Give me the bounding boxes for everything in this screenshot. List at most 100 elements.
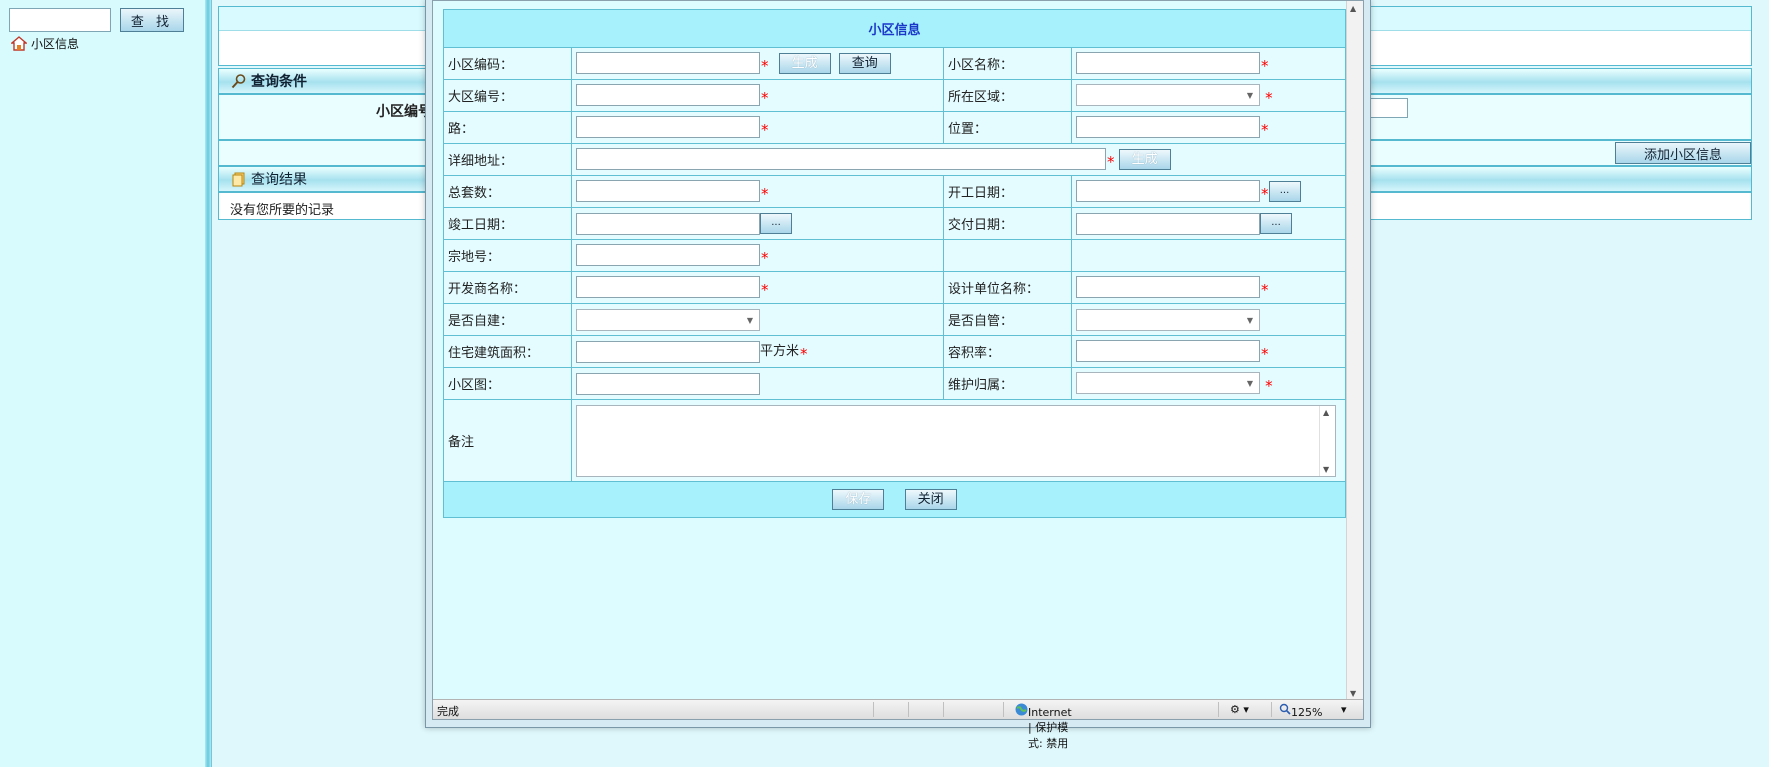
- completion-date-picker-button[interactable]: ...: [760, 213, 792, 234]
- required-mark: *: [1261, 120, 1269, 139]
- generate-address-button[interactable]: 生成: [1118, 148, 1171, 170]
- popup-scrollbar[interactable]: ▲ ▼: [1346, 1, 1363, 701]
- scroll-up-icon: ▲: [1350, 4, 1357, 13]
- save-button[interactable]: 保存: [832, 489, 885, 510]
- label-community-map: 小区图：: [443, 367, 572, 400]
- left-search-button[interactable]: 查 找: [120, 8, 184, 32]
- globe-icon: [1015, 703, 1028, 716]
- required-mark: *: [1261, 184, 1269, 203]
- remarks-textarea[interactable]: ▲ ▼: [576, 404, 1336, 477]
- dropdown-arrow-icon: ▼: [1246, 91, 1253, 101]
- required-mark: *: [1265, 88, 1273, 107]
- position-input[interactable]: [1076, 116, 1260, 139]
- form-title: 小区信息: [442, 9, 1347, 48]
- zoom-dropdown-icon[interactable]: ▾: [1341, 703, 1347, 716]
- parcel-no-input[interactable]: [576, 244, 760, 267]
- status-separator: [943, 702, 944, 717]
- query-input[interactable]: [1370, 98, 1408, 118]
- label-district-code: 大区编号：: [443, 79, 572, 112]
- community-form: 小区信息 小区编码： * 生成 查询 小区名称： * 大区编号： * 所在区域：…: [442, 9, 1347, 518]
- zoom-control[interactable]: 125%: [1279, 703, 1322, 719]
- protected-mode-icon[interactable]: ⚙ ▾: [1230, 703, 1249, 716]
- required-mark: *: [1107, 152, 1115, 171]
- label-self-managed: 是否自管：: [943, 303, 1072, 336]
- address-input[interactable]: [576, 148, 1106, 171]
- label-position: 位置：: [943, 111, 1072, 144]
- district-code-input[interactable]: [576, 84, 760, 107]
- label-area: 所在区域：: [943, 79, 1072, 112]
- plot-ratio-input[interactable]: [1076, 340, 1260, 363]
- completion-date-input[interactable]: [576, 212, 760, 235]
- community-map-input[interactable]: [576, 372, 760, 395]
- required-mark: *: [1261, 344, 1269, 363]
- label-maintenance: 维护归属：: [943, 367, 1072, 400]
- left-search-input[interactable]: [9, 8, 111, 32]
- dropdown-arrow-icon: ▼: [746, 315, 753, 325]
- close-button[interactable]: 关闭: [904, 489, 957, 510]
- zone-text: Internet | 保护模式: 禁用: [1028, 706, 1072, 750]
- popup-window: 小区信息 小区编码： * 生成 查询 小区名称： * 大区编号： * 所在区域：…: [425, 0, 1371, 750]
- add-community-button[interactable]: 添加小区信息: [1615, 142, 1751, 164]
- result-section-title: 查询结果: [251, 172, 307, 188]
- developer-input[interactable]: [576, 276, 760, 299]
- community-code-input[interactable]: [576, 52, 760, 75]
- generate-code-button[interactable]: 生成: [778, 52, 831, 74]
- dropdown-arrow-icon: ▼: [1246, 379, 1253, 389]
- popup-content: 小区信息 小区编码： * 生成 查询 小区名称： * 大区编号： * 所在区域：…: [432, 0, 1364, 750]
- self-built-select[interactable]: ▼: [576, 308, 760, 331]
- label-residential-area: 住宅建筑面积：: [443, 335, 572, 368]
- label-parcel-no: 宗地号：: [443, 239, 572, 272]
- tree-item-label: 小区信息: [31, 37, 80, 51]
- zoom-level: 125%: [1291, 706, 1323, 719]
- status-separator: [1271, 702, 1272, 717]
- label-plot-ratio: 容积率：: [943, 335, 1072, 368]
- start-date-picker-button[interactable]: ...: [1268, 180, 1301, 202]
- form-footer: 保存 关闭: [442, 481, 1347, 518]
- status-text: 完成: [437, 705, 459, 718]
- textarea-scrollbar[interactable]: ▲ ▼: [1319, 405, 1335, 476]
- status-separator: [1218, 702, 1219, 717]
- required-mark: *: [761, 56, 769, 75]
- maintenance-select[interactable]: ▼: [1076, 372, 1260, 395]
- required-mark: *: [1261, 56, 1269, 75]
- frame-divider[interactable]: [205, 0, 211, 767]
- label-community-name: 小区名称：: [943, 47, 1072, 80]
- area-select[interactable]: ▼: [1076, 84, 1260, 107]
- delivery-date-input[interactable]: [1076, 212, 1260, 235]
- left-frame: 查 找 小区信息: [0, 0, 212, 767]
- community-name-input[interactable]: [1076, 52, 1260, 75]
- self-managed-select[interactable]: ▼: [1076, 308, 1260, 331]
- required-mark: *: [1265, 376, 1273, 395]
- empty-cell: [1070, 239, 1347, 272]
- start-date-input[interactable]: [1076, 180, 1260, 203]
- no-records-text: 没有您所要的记录: [230, 203, 335, 218]
- house-icon: [11, 36, 27, 51]
- security-zone[interactable]: Internet | 保护模式: 禁用: [1015, 703, 1072, 750]
- label-address: 详细地址：: [443, 143, 572, 176]
- required-mark: *: [761, 248, 769, 267]
- document-icon: [232, 172, 245, 187]
- total-units-input[interactable]: [576, 180, 760, 203]
- required-mark: *: [761, 88, 769, 107]
- status-bar: 完成 Internet | 保护模式: 禁用 ⚙ ▾ 125% ▾: [433, 699, 1363, 750]
- label-remarks: 备注: [443, 399, 572, 482]
- road-input[interactable]: [576, 116, 760, 139]
- design-unit-input[interactable]: [1076, 276, 1260, 299]
- query-label: 小区编号: [376, 104, 432, 120]
- residential-area-input[interactable]: [576, 340, 760, 363]
- magnifier-icon: [231, 74, 246, 89]
- status-separator: [873, 702, 874, 717]
- label-community-code: 小区编码：: [443, 47, 572, 80]
- scroll-up-icon: ▲: [1323, 407, 1330, 417]
- query-code-button[interactable]: 查询: [838, 52, 891, 74]
- scroll-down-icon: ▼: [1323, 464, 1330, 474]
- required-mark: *: [1261, 280, 1269, 299]
- dropdown-arrow-icon: ▼: [1246, 315, 1253, 325]
- required-mark: *: [800, 345, 808, 363]
- label-design-unit: 设计单位名称：: [943, 271, 1072, 304]
- delivery-date-picker-button[interactable]: ...: [1260, 213, 1292, 234]
- label-road: 路：: [443, 111, 572, 144]
- tree-item-community[interactable]: 小区信息: [11, 35, 79, 52]
- label-completion-date: 竣工日期：: [443, 207, 572, 240]
- scroll-down-icon: ▼: [1350, 689, 1357, 698]
